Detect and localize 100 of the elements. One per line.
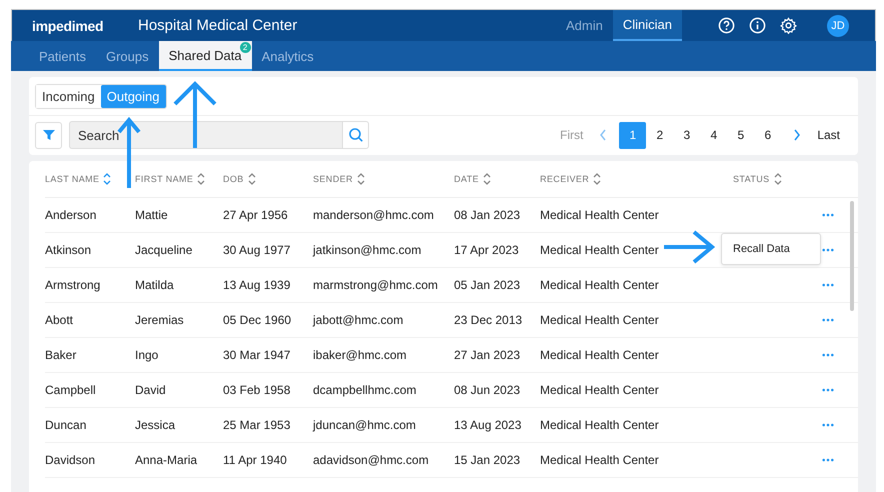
table-cell: Medical Health Center bbox=[540, 313, 659, 327]
settings-icon[interactable] bbox=[780, 17, 797, 34]
table-cell: 13 Aug 1939 bbox=[223, 278, 290, 292]
filter-button[interactable] bbox=[35, 122, 62, 148]
filter-icon bbox=[42, 128, 56, 142]
table-cell: Davidson bbox=[45, 453, 96, 467]
table-cell: Jessica bbox=[135, 418, 176, 432]
arrow-drawing bbox=[662, 230, 716, 264]
help-icon[interactable] bbox=[718, 17, 735, 34]
column-header[interactable]: STATUS bbox=[733, 174, 770, 184]
table-cell: David bbox=[135, 383, 166, 397]
table-cell: 27 Jan 2023 bbox=[454, 348, 520, 362]
more-icon[interactable] bbox=[822, 423, 834, 427]
table-cell: Duncan bbox=[45, 418, 86, 432]
table-cell: manderson@hmc.com bbox=[313, 208, 434, 222]
user-avatar[interactable]: JD bbox=[827, 14, 849, 36]
sort-icon[interactable] bbox=[482, 172, 491, 186]
table-cell: Ingo bbox=[135, 348, 158, 362]
sort-icon[interactable] bbox=[197, 172, 206, 186]
page-button[interactable]: 3 bbox=[673, 122, 700, 148]
table-cell: ibaker@hmc.com bbox=[313, 348, 407, 362]
table-cell: Atkinson bbox=[45, 243, 92, 257]
nav-tab[interactable]: Analytics bbox=[252, 41, 324, 71]
page-button[interactable]: 4 bbox=[700, 122, 728, 148]
app-title: Hospital Medical Center bbox=[138, 17, 298, 34]
table-cell: Armstrong bbox=[45, 278, 100, 292]
table-cell: 05 Jan 2023 bbox=[454, 278, 520, 292]
table-cell: 08 Jun 2023 bbox=[454, 383, 520, 397]
more-icon[interactable] bbox=[822, 213, 834, 217]
role-tab[interactable]: Clinician bbox=[612, 10, 682, 41]
info-icon[interactable] bbox=[749, 17, 766, 34]
table-cell: 13 Aug 2023 bbox=[454, 418, 522, 432]
table-cell: dcampbellhmc.com bbox=[313, 383, 416, 397]
column-header[interactable]: FIRST NAME bbox=[135, 174, 194, 184]
table-cell: 17 Apr 2023 bbox=[454, 243, 519, 257]
previous-icon[interactable] bbox=[599, 129, 608, 141]
table-cell: Medical Health Center bbox=[540, 418, 659, 432]
table-cell: Mattie bbox=[135, 208, 168, 222]
table-cell: 11 Apr 1940 bbox=[223, 453, 287, 467]
page-button[interactable]: 2 bbox=[646, 122, 674, 148]
more-icon[interactable] bbox=[822, 353, 834, 357]
table-cell: 30 Mar 1947 bbox=[223, 348, 290, 362]
column-header[interactable]: DOB bbox=[223, 174, 244, 184]
table-cell: Medical Health Center bbox=[540, 243, 659, 257]
more-icon[interactable] bbox=[822, 458, 834, 462]
table-cell: Jeremias bbox=[135, 313, 184, 327]
arrow-drawing bbox=[173, 81, 217, 150]
table-cell: 23 Dec 2013 bbox=[454, 313, 522, 327]
table-cell: Campbell bbox=[45, 383, 96, 397]
table-cell: 08 Jan 2023 bbox=[454, 208, 520, 222]
last-page-link[interactable]: Last bbox=[813, 128, 844, 142]
page-button[interactable]: 6 bbox=[754, 122, 782, 148]
table-cell: Matilda bbox=[135, 278, 174, 292]
table-cell: Medical Health Center bbox=[540, 348, 659, 362]
first-page-link[interactable]: First bbox=[556, 128, 588, 142]
table-cell: jatkinson@hmc.com bbox=[313, 243, 422, 257]
nav-tab[interactable]: Patients bbox=[29, 41, 96, 71]
table-cell: Anna-Maria bbox=[135, 453, 198, 467]
role-tab[interactable]: Admin bbox=[556, 10, 613, 41]
sort-icon[interactable] bbox=[356, 172, 365, 186]
sort-icon[interactable] bbox=[774, 172, 782, 186]
table-cell: Baker bbox=[45, 348, 76, 362]
scrollbar[interactable] bbox=[850, 201, 854, 311]
column-header[interactable]: SENDER bbox=[313, 174, 353, 184]
more-icon[interactable] bbox=[822, 318, 834, 322]
table-cell: marmstrong@hmc.com bbox=[313, 278, 438, 292]
more-icon[interactable] bbox=[822, 248, 834, 252]
table-cell: 25 Mar 1953 bbox=[223, 418, 290, 432]
table-cell: Medical Health Center bbox=[540, 208, 659, 222]
table-cell: Medical Health Center bbox=[540, 383, 659, 397]
column-header[interactable]: DATE bbox=[454, 174, 479, 184]
nav-tab[interactable]: Groups bbox=[96, 41, 159, 71]
table-cell: jabott@hmc.com bbox=[313, 313, 404, 327]
sort-icon[interactable] bbox=[593, 172, 602, 186]
table-cell: 27 Apr 1956 bbox=[223, 208, 288, 222]
table-cell: Abott bbox=[45, 313, 74, 327]
page-button[interactable]: 5 bbox=[727, 122, 754, 148]
table-cell: 03 Feb 1958 bbox=[223, 383, 290, 397]
table-cell: Medical Health Center bbox=[540, 453, 659, 467]
table-cell: 15 Jan 2023 bbox=[454, 453, 520, 467]
table-cell: adavidson@hmc.com bbox=[313, 453, 429, 467]
table-cell: Medical Health Center bbox=[540, 278, 659, 292]
menu-item[interactable]: Recall Data bbox=[733, 243, 790, 255]
table-cell: 30 Aug 1977 bbox=[223, 243, 290, 257]
more-icon[interactable] bbox=[822, 388, 834, 392]
search-icon bbox=[348, 127, 364, 143]
count-badge: 2 bbox=[240, 42, 251, 53]
next-icon[interactable] bbox=[793, 129, 802, 141]
search-button[interactable] bbox=[342, 121, 369, 149]
sort-icon[interactable] bbox=[248, 172, 256, 186]
column-header[interactable]: RECEIVER bbox=[540, 174, 590, 184]
toggle-tab[interactable]: Outgoing bbox=[100, 84, 166, 108]
more-icon[interactable] bbox=[822, 283, 834, 287]
table-cell: Anderson bbox=[45, 208, 96, 222]
search-field[interactable]: Search bbox=[69, 121, 342, 149]
page-button[interactable]: 1 bbox=[619, 122, 646, 148]
table-cell: jduncan@hmc.com bbox=[313, 418, 416, 432]
table-cell: Jacqueline bbox=[135, 243, 192, 257]
column-header[interactable]: LAST NAME bbox=[45, 174, 100, 184]
sort-icon[interactable] bbox=[103, 172, 112, 186]
